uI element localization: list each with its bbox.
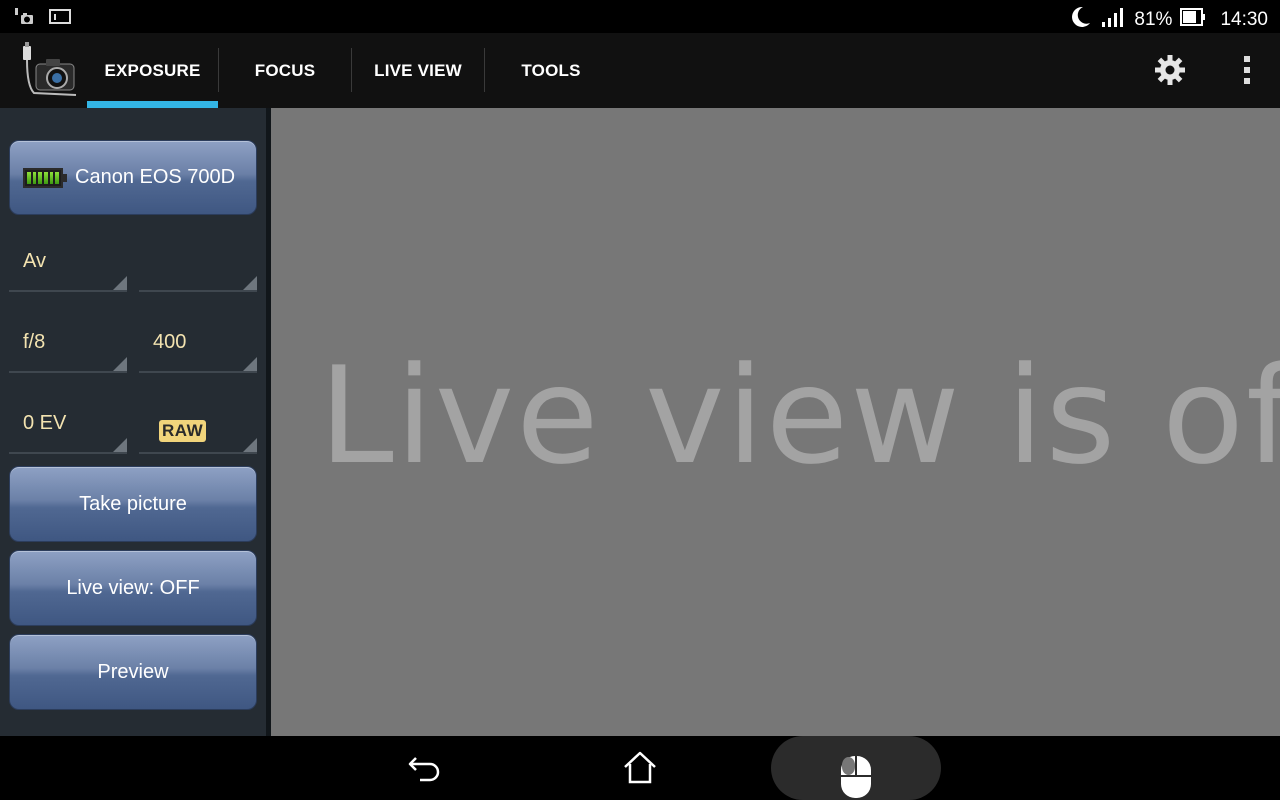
exposure-panel: Canon EOS 700D Av f/8 400 0 EV RAW Take … (0, 108, 266, 736)
mouse-icon (837, 754, 875, 800)
exposure-compensation-value: 0 EV (23, 412, 67, 434)
settings-gear-icon[interactable] (1153, 53, 1187, 92)
spinner-arrow-icon (243, 276, 257, 290)
back-icon[interactable] (404, 748, 444, 793)
aperture-spinner[interactable]: f/8 (9, 317, 127, 373)
app-camera-icon[interactable] (20, 41, 80, 101)
battery-percent: 81% (1134, 9, 1173, 30)
iso-spinner[interactable]: 400 (139, 317, 257, 373)
status-bar: 81% 14:30 (0, 0, 1280, 33)
spinner-arrow-icon (113, 438, 127, 452)
mode-value: Av (23, 250, 46, 272)
moon-icon (1068, 5, 1092, 35)
overflow-menu-icon[interactable] (1242, 53, 1252, 92)
home-icon[interactable] (620, 748, 660, 793)
live-view-message: Live view is off (319, 338, 1280, 494)
spinner-arrow-icon (113, 357, 127, 371)
clock: 14:30 (1220, 9, 1268, 30)
raw-badge: RAW (159, 420, 207, 442)
usb-camera-notification-icon (14, 6, 34, 31)
tab-bar: EXPOSURE FOCUS LIVE VIEW TOOLS (87, 33, 617, 108)
battery-icon (1180, 6, 1206, 34)
exposure-compensation-spinner[interactable]: 0 EV (9, 398, 127, 454)
tab-focus[interactable]: FOCUS (219, 33, 351, 108)
signal-icon (1100, 6, 1126, 34)
aperture-value: f/8 (23, 331, 46, 353)
camera-battery-icon (23, 167, 67, 188)
iso-value: 400 (153, 331, 187, 353)
live-view-toggle-button[interactable]: Live view: OFF (9, 550, 257, 626)
tab-exposure[interactable]: EXPOSURE (87, 33, 218, 108)
live-view-area[interactable]: Live view is off (271, 108, 1280, 736)
action-bar: EXPOSURE FOCUS LIVE VIEW TOOLS (0, 33, 1280, 108)
mouse-mode-button[interactable] (771, 736, 941, 800)
navigation-bar (0, 736, 1280, 800)
preview-button[interactable]: Preview (9, 634, 257, 710)
camera-button[interactable]: Canon EOS 700D (9, 140, 257, 215)
tab-tools[interactable]: TOOLS (485, 33, 617, 108)
screen-notification-icon (48, 6, 72, 31)
camera-name: Canon EOS 700D (75, 166, 236, 188)
spinner-arrow-icon (113, 276, 127, 290)
mode-spinner[interactable]: Av (9, 236, 127, 292)
take-picture-button[interactable]: Take picture (9, 466, 257, 542)
tab-live-view[interactable]: LIVE VIEW (352, 33, 484, 108)
mode-secondary-spinner[interactable] (139, 236, 257, 292)
image-quality-spinner[interactable]: RAW (139, 398, 257, 454)
spinner-arrow-icon (243, 357, 257, 371)
spinner-arrow-icon (243, 438, 257, 452)
